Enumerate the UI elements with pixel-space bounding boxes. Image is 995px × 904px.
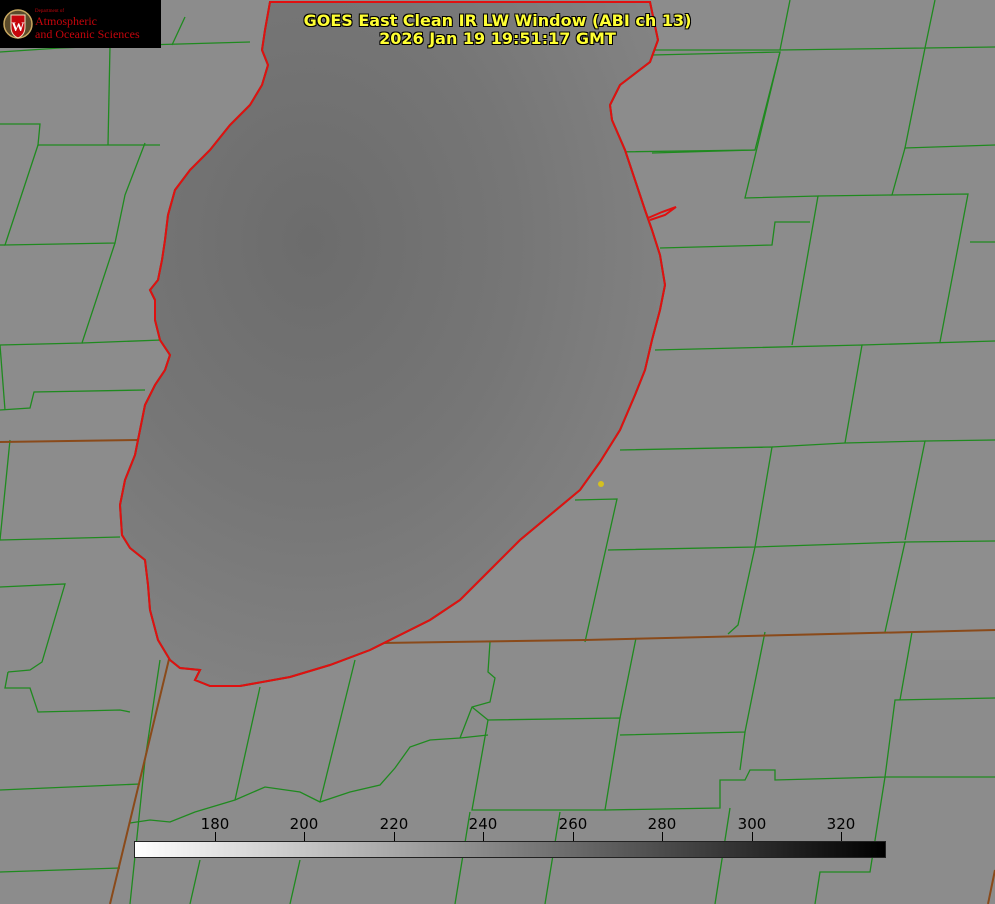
station-marker [598,481,604,487]
colorbar-tick-label: 280 [647,815,677,833]
colorbar-tick-label: 200 [289,815,319,833]
colorbar-tick [573,832,574,841]
title-product: GOES East Clean IR LW Window (ABI ch 13) [303,11,692,30]
colorbar-tick-label: 260 [558,815,588,833]
colorbar-tick-label: 320 [826,815,856,833]
colorbar-tick [841,832,842,841]
colorbar-tick [752,832,753,841]
colorbar-tick-label: 240 [468,815,498,833]
colorbar-tick [215,832,216,841]
temperature-colorbar [134,841,886,858]
colorbar-tick-label: 220 [379,815,409,833]
colorbar-tick [662,832,663,841]
satellite-map[interactable] [0,0,995,904]
land-shading [850,540,995,660]
colorbar-tick [394,832,395,841]
colorbar-tick [483,832,484,841]
colorbar-tick [304,832,305,841]
colorbar-tick-label: 300 [737,815,767,833]
title-timestamp: 2026 Jan 19 19:51:17 GMT [379,29,616,48]
colorbar-tick-label: 180 [200,815,230,833]
